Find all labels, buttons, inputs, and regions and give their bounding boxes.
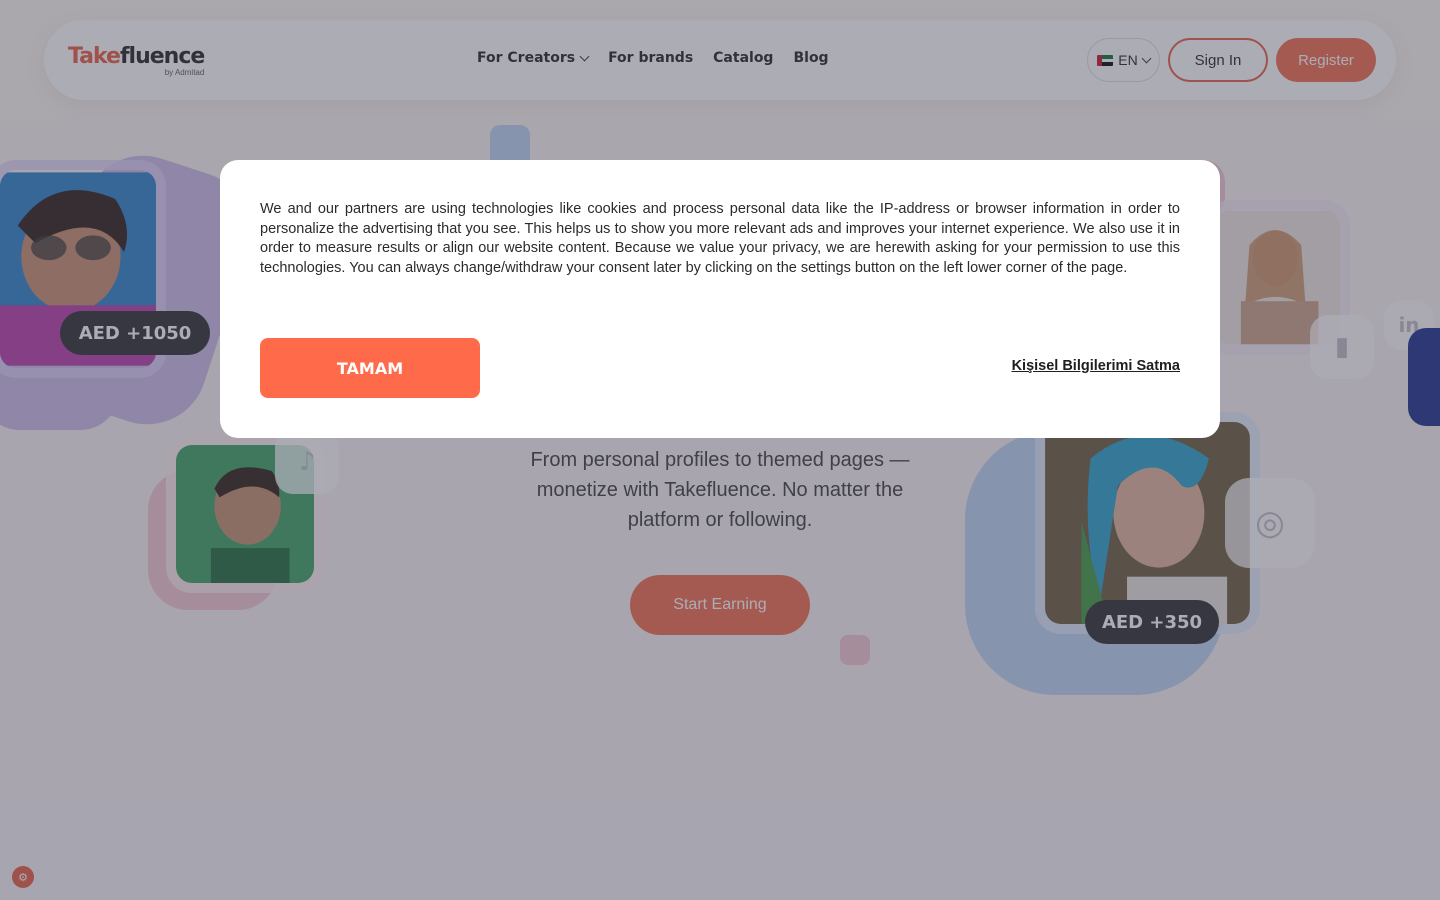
modal-overlay bbox=[0, 0, 1440, 900]
consent-text: We and our partners are using technologi… bbox=[260, 201, 1180, 276]
cookie-consent-dialog: We and our partners are using technologi… bbox=[220, 160, 1220, 438]
accept-button[interactable]: TAMAM bbox=[260, 338, 480, 398]
do-not-sell-link[interactable]: Kişisel Bilgilerimi Satma bbox=[1012, 358, 1180, 374]
